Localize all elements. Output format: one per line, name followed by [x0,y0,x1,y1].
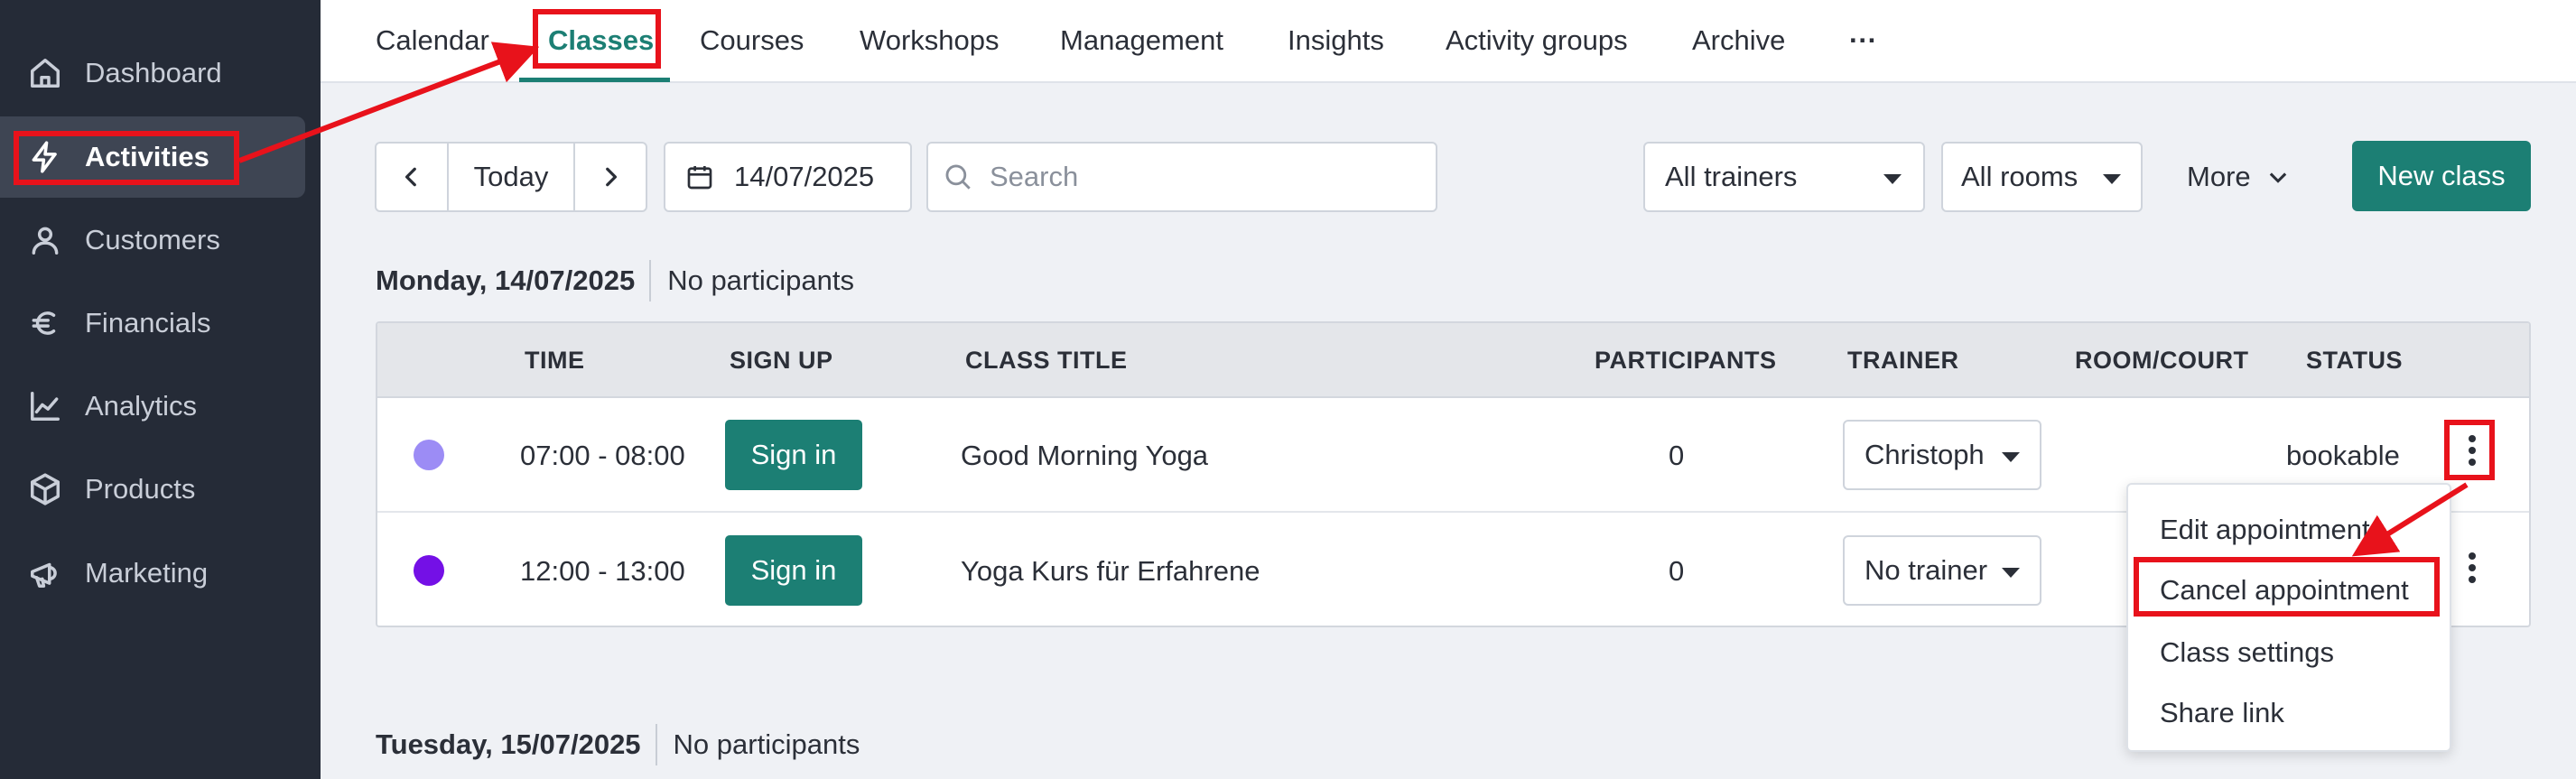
sidebar-item-label: Products [85,473,196,505]
class-color-dot [414,555,444,586]
caret-down-icon [2103,174,2121,184]
caret-down-icon [2002,568,2020,578]
sidebar: Dashboard Activities Customers Financial… [0,0,321,779]
class-time: 12:00 - 13:00 [520,554,685,587]
chart-line-icon [27,388,63,424]
user-icon [27,222,63,258]
tab-insights[interactable]: Insights [1288,0,1384,81]
sidebar-item-activities[interactable]: Activities [0,116,305,198]
trainer-select[interactable]: No trainer [1843,535,2041,606]
column-header-room-court: ROOM/COURT [2075,347,2249,374]
today-button[interactable]: Today [447,144,573,210]
menu-item-cancel-appointment[interactable]: Cancel appointment [2160,568,2409,613]
divider [649,260,652,301]
lightning-icon [27,139,63,175]
chevron-left-icon [405,167,416,187]
megaphone-icon [27,555,63,591]
trainer-filter-value: All trainers [1665,161,1798,192]
euro-icon [27,305,63,341]
sidebar-item-financials[interactable]: Financials [0,283,305,364]
trainer-select[interactable]: Christoph [1843,420,2041,490]
more-filters-button[interactable]: More [2187,142,2291,212]
box-icon [27,471,63,507]
home-icon [27,55,63,91]
column-header-class-title: CLASS TITLE [965,347,1128,374]
tab-calendar[interactable]: Calendar [376,0,489,81]
class-time: 07:00 - 08:00 [520,439,685,471]
column-header-status: STATUS [2306,347,2403,374]
tab-archive[interactable]: Archive [1692,0,1785,81]
participants-count: 0 [1669,439,1685,471]
room-filter-value: All rooms [1961,161,2078,192]
calendar-icon [687,166,712,190]
search-icon [945,164,971,190]
sidebar-item-label: Marketing [85,557,209,589]
room-filter-select[interactable]: All rooms [1941,142,2143,212]
column-header-participants: PARTICIPANTS [1595,347,1777,374]
row-actions-menu: Edit appointment Cancel appointment Clas… [2126,483,2451,752]
date-value: 14/07/2025 [734,161,875,192]
sidebar-item-label: Activities [85,141,209,172]
top-tabs: Calendar Classes Courses Workshops Manag… [321,0,2576,83]
sidebar-item-customers[interactable]: Customers [0,199,305,281]
tab-more-overflow[interactable]: ··· [1849,0,1877,81]
row-actions-kebab-icon[interactable] [2467,552,2478,583]
chevron-down-icon [2269,172,2286,183]
search-placeholder: Search [990,161,1079,192]
class-color-dot [414,440,444,470]
day-date: Tuesday, 15/07/2025 [376,728,641,760]
date-picker[interactable]: 14/07/2025 [664,142,912,212]
row-actions-kebab-icon[interactable] [2467,435,2478,466]
sidebar-item-dashboard[interactable]: Dashboard [0,32,305,114]
menu-item-edit-appointment[interactable]: Edit appointment [2160,507,2370,552]
next-day-button[interactable] [573,144,646,210]
trainer-value: Christoph [1865,439,1985,470]
prev-day-button[interactable] [377,144,447,210]
menu-item-class-settings[interactable]: Class settings [2160,630,2334,675]
caret-down-icon [2002,452,2020,462]
class-title[interactable]: Good Morning Yoga [961,398,1208,513]
tab-management[interactable]: Management [1060,0,1223,81]
table-header: TIME SIGN UP CLASS TITLE PARTICIPANTS TR… [377,323,2529,398]
chevron-right-icon [606,167,618,187]
participants-count: 0 [1669,554,1685,587]
column-header-trainer: TRAINER [1847,347,1959,374]
day-date: Monday, 14/07/2025 [376,264,636,296]
class-title[interactable]: Yoga Kurs für Erfahrene [961,514,1260,626]
more-label: More [2187,161,2251,192]
sidebar-item-products[interactable]: Products [0,449,305,530]
search-input[interactable]: Search [926,142,1437,212]
tab-courses[interactable]: Courses [700,0,804,81]
date-navigation: Today [375,142,647,212]
column-header-time: TIME [525,347,585,374]
sidebar-item-label: Financials [85,307,211,338]
day-participants: No participants [667,264,854,296]
tab-workshops[interactable]: Workshops [860,0,1000,81]
sidebar-item-label: Dashboard [85,57,222,88]
caret-down-icon [1883,174,1902,184]
divider [655,724,657,765]
menu-item-share-link[interactable]: Share link [2160,691,2284,736]
new-class-button[interactable]: New class [2352,141,2531,211]
day-header: Tuesday, 15/07/2025 No participants [376,722,860,767]
day-header: Monday, 14/07/2025 No participants [376,258,854,303]
column-header-sign-up: SIGN UP [730,347,833,374]
sidebar-item-label: Analytics [85,390,198,422]
sign-in-button[interactable]: Sign in [725,535,862,606]
sidebar-item-analytics[interactable]: Analytics [0,366,305,447]
trainer-filter-select[interactable]: All trainers [1643,142,1925,212]
active-tab-indicator [519,78,670,82]
sidebar-item-marketing[interactable]: Marketing [0,533,305,614]
sidebar-item-label: Customers [85,224,220,255]
trainer-value: No trainer [1865,554,1988,586]
tab-classes[interactable]: Classes [548,0,654,81]
day-participants: No participants [673,728,860,760]
tab-activity-groups[interactable]: Activity groups [1446,0,1628,81]
sign-in-button[interactable]: Sign in [725,420,862,490]
